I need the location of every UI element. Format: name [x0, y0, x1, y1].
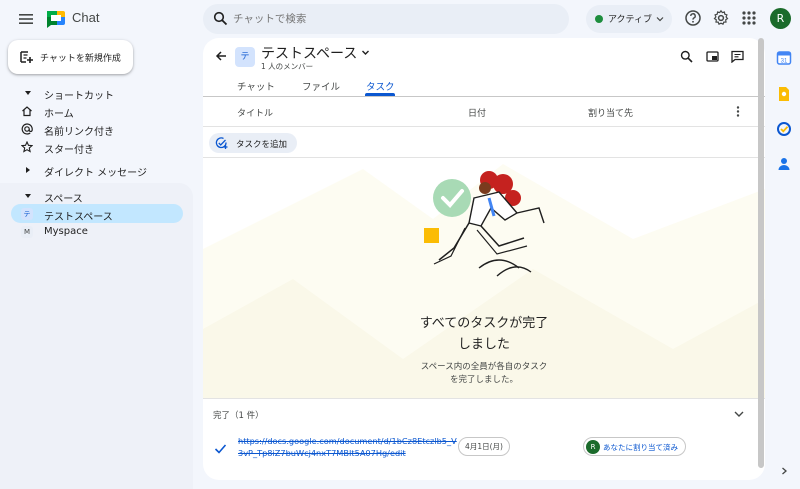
column-header-date: 日付 [468, 109, 487, 119]
new-chat-label: チャットを新規作成 [40, 54, 121, 64]
tab-divider [203, 96, 765, 97]
add-task-label: タスクを追加 [236, 140, 288, 150]
column-header-assignee: 割り当て先 [588, 109, 634, 119]
empty-state-subtitle-line: を完了しました。 [449, 375, 518, 385]
status-selector[interactable]: アクティブ [586, 5, 672, 33]
chevron-down-icon[interactable] [361, 48, 370, 57]
star-icon [21, 141, 33, 153]
picture-in-picture-icon[interactable] [706, 50, 719, 63]
empty-state-subtitle-line: スペース内の全員が各自のタスク [420, 362, 548, 372]
search-icon[interactable] [680, 50, 693, 63]
tasks-complete-illustration [424, 171, 545, 277]
direct-messages-header: ダイレクト メッセージ [44, 168, 147, 179]
spaces-section-toggle[interactable]: スペース [0, 187, 192, 205]
panel-scrollbar[interactable] [757, 38, 765, 480]
svg-text:31: 31 [781, 59, 788, 65]
space-badge: テ [235, 47, 255, 67]
tab-files[interactable]: ファイル [302, 79, 340, 93]
sidebar-item-label: ホーム [44, 109, 74, 120]
status-dot [595, 15, 603, 23]
tab-chat[interactable]: チャット [237, 79, 275, 93]
column-header-title: タイトル [237, 109, 274, 119]
search-icon[interactable] [213, 11, 228, 26]
scrollbar-thumb[interactable] [758, 38, 764, 468]
sidebar-space-test[interactable]: テ テストスペース [0, 204, 192, 223]
apps-grid-icon[interactable] [740, 9, 758, 27]
new-chat-button[interactable]: チャットを新規作成 [8, 40, 133, 74]
account-avatar[interactable]: R [770, 8, 791, 29]
more-vert-icon[interactable] [735, 105, 741, 118]
new-chat-icon [19, 50, 33, 64]
chevron-right-icon[interactable] [779, 466, 789, 476]
calendar-icon[interactable]: 31 [776, 50, 792, 66]
status-label: アクティブ [608, 15, 653, 25]
shortcuts-section-toggle[interactable]: ショートカット [0, 84, 192, 102]
threads-icon[interactable] [731, 50, 744, 63]
sidebar-item-home[interactable]: ホーム [0, 102, 192, 120]
sidebar-space-myspace[interactable]: M Myspace [0, 223, 192, 241]
space-panel: テ テストスペース 1 人のメンバー チャット ファイル タスク タイトル 日付… [203, 38, 765, 480]
task-date-chip[interactable]: 4月1日(月) [458, 437, 510, 456]
main-menu-icon[interactable] [17, 10, 35, 28]
search-input[interactable] [233, 10, 553, 28]
at-icon [21, 123, 33, 135]
back-arrow-icon[interactable] [215, 50, 227, 62]
caret-down-icon [24, 192, 32, 200]
app-title: Chat [72, 10, 100, 25]
member-count[interactable]: 1 人のメンバー [261, 61, 313, 72]
sidebar-item-mentions[interactable]: 名前リンク付き [0, 120, 192, 138]
space-avatar: M [21, 226, 33, 238]
task-assignee-chip[interactable]: R あなたに割り当て済み [583, 437, 686, 456]
sidebar-item-starred[interactable]: スター付き [0, 138, 192, 156]
caret-down-icon [24, 89, 32, 97]
space-name: テストスペース [44, 212, 113, 223]
assignee-label: あなたに割り当て済み [603, 443, 678, 452]
space-avatar: テ [21, 208, 33, 220]
search-bar[interactable] [203, 4, 569, 34]
tasks-icon[interactable] [776, 121, 792, 137]
empty-state-title: すべてのタスクが完了 しました [203, 313, 765, 355]
divider [203, 398, 765, 399]
shortcuts-header: ショートカット [44, 91, 114, 102]
empty-state-title-line: すべてのタスクが完了 [419, 316, 549, 331]
task-title-link[interactable]: https://docs.google.com/document/d/1bCz8… [238, 435, 458, 459]
chevron-down-icon [656, 15, 664, 23]
completed-section-label[interactable]: 完了（1 件） [213, 409, 264, 421]
home-icon [21, 105, 33, 117]
chat-logo-icon[interactable] [45, 8, 67, 30]
top-bar: Chat アクティブ R [0, 0, 800, 38]
direct-messages-section-toggle[interactable]: ダイレクト メッセージ [0, 161, 192, 179]
chevron-down-icon[interactable] [733, 408, 745, 420]
completed-task-row[interactable]: https://docs.google.com/document/d/1bCz8… [203, 430, 765, 470]
contacts-icon[interactable] [776, 156, 792, 172]
empty-state-title-line: しました [457, 337, 510, 352]
sidebar-item-label: 名前リンク付き [44, 127, 114, 138]
divider [203, 157, 765, 158]
keep-icon[interactable] [776, 86, 792, 102]
space-name: Myspace [44, 226, 88, 237]
space-title[interactable]: テストスペース [261, 43, 357, 63]
empty-state-subtitle: スペース内の全員が各自のタスク を完了しました。 [203, 361, 765, 387]
spaces-header: スペース [44, 194, 83, 205]
divider [203, 126, 765, 127]
gear-icon[interactable] [712, 9, 730, 27]
help-icon[interactable] [684, 9, 702, 27]
checkmark-icon[interactable] [214, 442, 227, 455]
caret-right-icon [24, 166, 32, 174]
sidebar-item-label: スター付き [44, 145, 94, 156]
add-task-button[interactable]: タスクを追加 [209, 133, 297, 153]
add-task-icon [215, 137, 228, 150]
assignee-avatar: R [586, 440, 600, 454]
tab-tasks[interactable]: タスク [366, 79, 395, 93]
